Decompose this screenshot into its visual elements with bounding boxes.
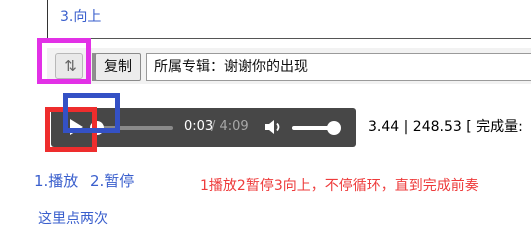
pause-highlight-box bbox=[63, 93, 120, 133]
volume-icon[interactable] bbox=[264, 118, 284, 136]
frame-divider-vertical bbox=[47, 0, 48, 40]
stats-readout: 3.44 | 248.53 [ 完成量: bbox=[368, 119, 523, 135]
step-2-label: 2.暂停 bbox=[90, 172, 135, 190]
frame-divider-horizontal bbox=[47, 38, 531, 39]
total-time: / 4:09 bbox=[211, 119, 249, 134]
move-up-highlight-box bbox=[37, 38, 91, 84]
current-time: 0:03 bbox=[184, 119, 214, 134]
volume-handle[interactable] bbox=[327, 121, 341, 135]
step-1-label: 1.播放 bbox=[34, 172, 79, 190]
album-name-field[interactable]: 所属专辑：谢谢你的出现 bbox=[146, 53, 531, 81]
click-twice-note: 这里点两次 bbox=[38, 211, 108, 227]
step-3-label: 3.向上 bbox=[60, 9, 102, 25]
copy-button[interactable]: 复制 bbox=[95, 53, 141, 81]
instruction-text: 1播放2暂停3向上，不停循环，直到完成前奏 bbox=[200, 178, 479, 194]
